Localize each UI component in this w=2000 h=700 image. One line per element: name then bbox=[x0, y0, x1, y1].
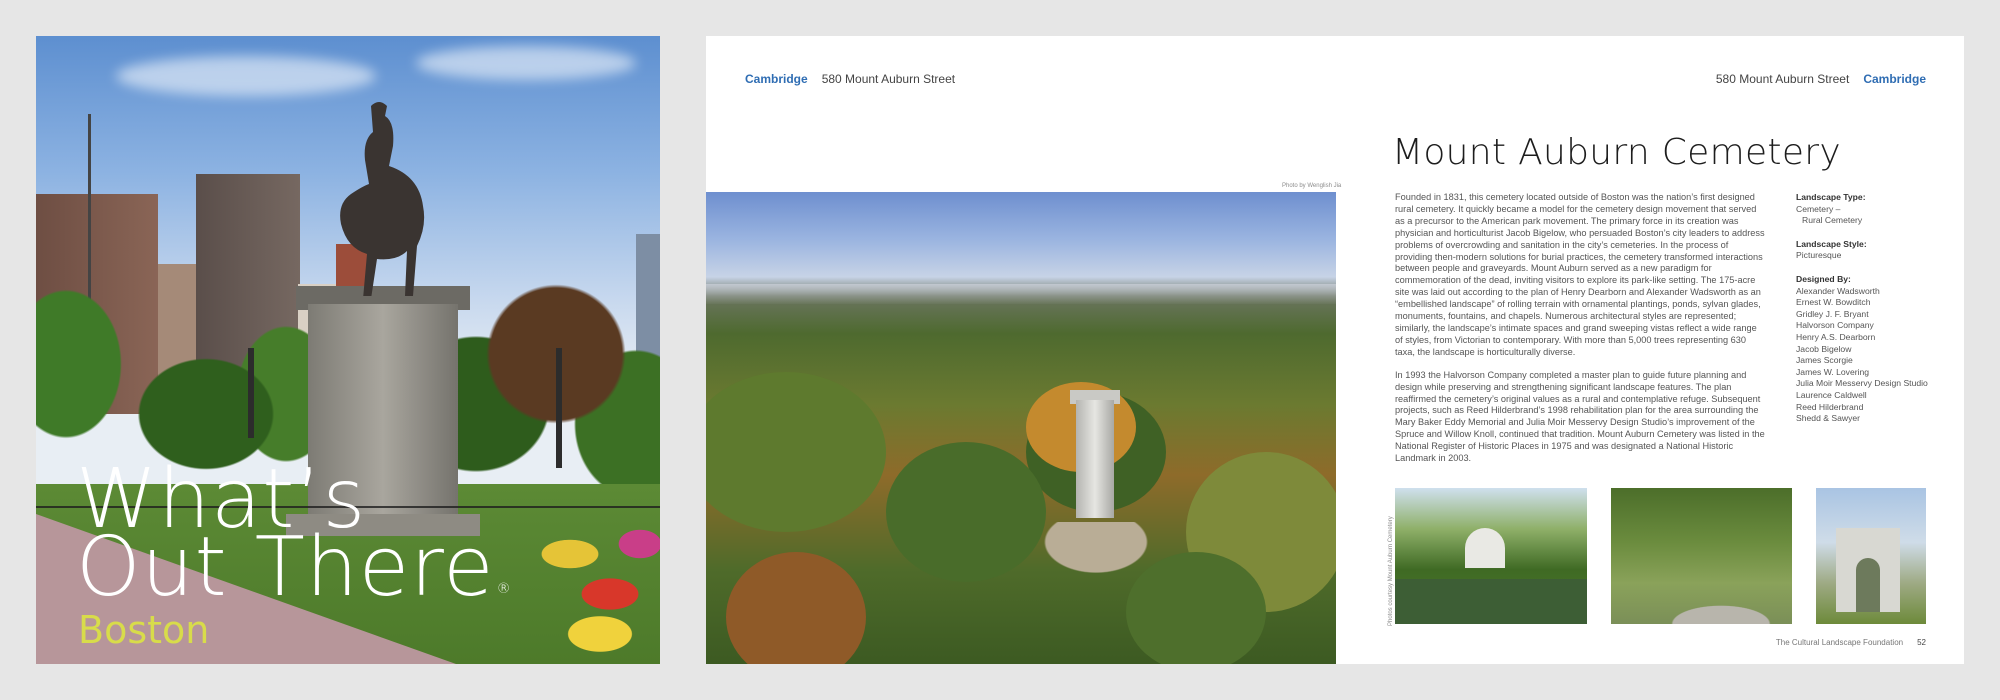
tower-path bbox=[1006, 522, 1206, 662]
photo-credit: Photo by Wenglish Jia bbox=[1282, 183, 1342, 189]
designer: Julia Moir Messervy Design Studio bbox=[1796, 378, 1928, 389]
designer: James Scorgie bbox=[1796, 355, 1853, 366]
designer: Alexander Wadsworth bbox=[1796, 285, 1880, 296]
header-address: 580 Mount Auburn Street bbox=[1715, 72, 1850, 86]
metadata-sidebar: Landscape Type: Cemetery – Rural Cemeter… bbox=[1796, 192, 1936, 437]
lamp-post bbox=[248, 348, 254, 438]
gate-arch bbox=[1856, 558, 1880, 612]
page-title: Mount Auburn Cemetery bbox=[1392, 132, 1841, 173]
header-city: Cambridge bbox=[745, 72, 808, 86]
header-address: 580 Mount Auburn Street bbox=[821, 72, 956, 86]
designer: Laurence Caldwell bbox=[1796, 389, 1867, 400]
tree-canopy bbox=[706, 372, 886, 532]
thumbnail-pond-temple bbox=[1395, 488, 1587, 624]
running-header-left: Cambridge 580 Mount Auburn Street bbox=[745, 72, 955, 86]
landscape-style-label: Landscape Style: bbox=[1796, 238, 1867, 249]
designer: Halvorson Company bbox=[1796, 320, 1874, 331]
pond bbox=[1395, 579, 1587, 624]
cover-title: What’s Out There ® bbox=[76, 459, 512, 623]
designer: Henry A.S. Dearborn bbox=[1796, 331, 1876, 342]
registered-mark: ® bbox=[496, 581, 512, 597]
vertical-photo-credit: Photos courtesy Mount Auburn Cemetery bbox=[1388, 516, 1394, 626]
aerial-photo bbox=[706, 192, 1336, 664]
cover-subtitle: Boston bbox=[78, 608, 210, 652]
header-city: Cambridge bbox=[1863, 72, 1926, 86]
designed-by-label: Designed By: bbox=[1796, 273, 1851, 284]
designer: Reed Hilderbrand bbox=[1796, 401, 1864, 412]
landscape-type-value: Cemetery – bbox=[1796, 203, 1841, 214]
walkway bbox=[1651, 584, 1771, 624]
washington-tower bbox=[1076, 400, 1114, 518]
running-header-right: 580 Mount Auburn Street Cambridge bbox=[1716, 72, 1926, 86]
thumbnail-entrance-gate bbox=[1816, 488, 1926, 624]
landscape-type: Landscape Type: Cemetery – Rural Cemeter… bbox=[1796, 192, 1936, 227]
temple bbox=[1465, 528, 1505, 568]
designed-by: Designed By: Alexander Wadsworth Ernest … bbox=[1796, 274, 1936, 425]
footer-publisher: The Cultural Landscape Foundation bbox=[1775, 638, 1904, 647]
designer: Ernest W. Bowditch bbox=[1796, 297, 1871, 308]
page-number: 52 bbox=[1917, 638, 1926, 647]
spread-page: Cambridge 580 Mount Auburn Street 580 Mou… bbox=[706, 36, 1964, 664]
body-paragraph: Founded in 1831, this cemetery located o… bbox=[1395, 192, 1765, 357]
page-footer: The Cultural Landscape Foundation 52 bbox=[1776, 638, 1926, 647]
lamp-post bbox=[556, 348, 562, 468]
equestrian-statue bbox=[340, 102, 425, 296]
body-text: Founded in 1831, this cemetery located o… bbox=[1395, 192, 1765, 465]
landscape-type-label: Landscape Type: bbox=[1796, 192, 1866, 202]
landscape-style-value: Picturesque bbox=[1796, 250, 1842, 261]
designer: James W. Lovering bbox=[1796, 366, 1870, 377]
horizon-haze bbox=[706, 284, 1336, 304]
cloud bbox=[116, 56, 376, 96]
cloud bbox=[416, 46, 636, 80]
designer: Jacob Bigelow bbox=[1796, 343, 1852, 354]
cover-page: What’s Out There ® Boston bbox=[36, 36, 660, 664]
designer: Gridley J. F. Bryant bbox=[1796, 308, 1869, 319]
autumn-tree bbox=[726, 552, 866, 664]
landscape-type-value: Rural Cemetery bbox=[1802, 215, 1863, 226]
designer: Shedd & Sawyer bbox=[1796, 413, 1861, 424]
body-paragraph: In 1993 the Halvorson Company completed … bbox=[1395, 369, 1765, 464]
landscape-style: Landscape Style: Picturesque bbox=[1796, 239, 1936, 262]
thumbnail-cemetery-walk bbox=[1611, 488, 1792, 624]
cover-title-line2-text: Out There bbox=[76, 520, 495, 615]
